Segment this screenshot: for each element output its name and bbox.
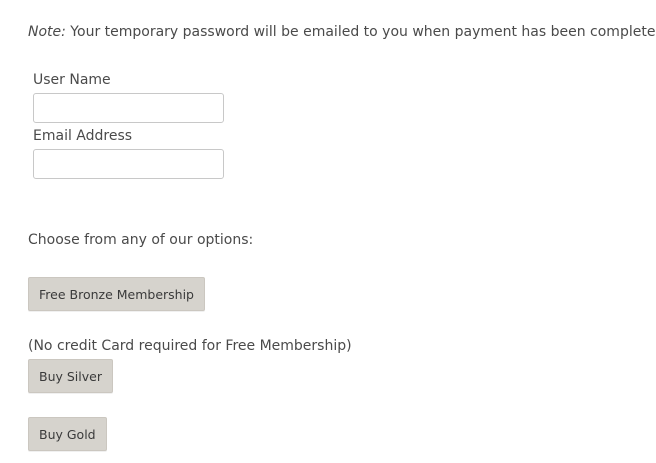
email-label: Email Address xyxy=(33,128,133,144)
buy-silver-button[interactable]: Buy Silver xyxy=(28,359,113,393)
note-text: Your temporary password will be emailed … xyxy=(65,24,656,40)
username-input[interactable] xyxy=(33,93,224,123)
no-credit-card-note: (No credit Card required for Free Member… xyxy=(28,338,352,354)
temporary-password-note: Note: Your temporary password will be em… xyxy=(28,24,656,40)
free-bronze-membership-button[interactable]: Free Bronze Membership xyxy=(28,277,205,311)
options-heading: Choose from any of our options: xyxy=(28,232,254,248)
username-label: User Name xyxy=(33,72,111,88)
buy-gold-button[interactable]: Buy Gold xyxy=(28,417,107,451)
email-input[interactable] xyxy=(33,149,224,179)
note-prefix: Note: xyxy=(28,24,66,40)
